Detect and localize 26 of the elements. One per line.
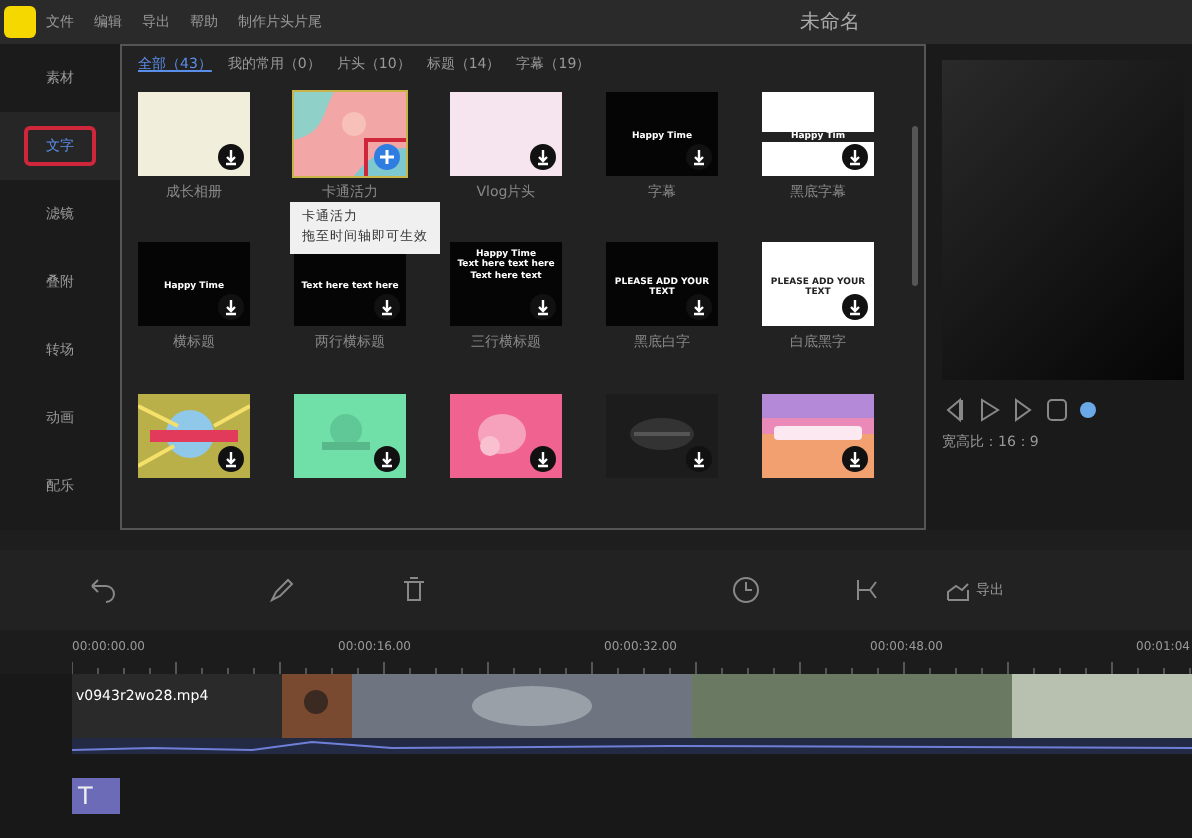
download-icon[interactable] (218, 143, 244, 169)
app-logo-icon (4, 6, 36, 38)
download-icon[interactable] (530, 143, 556, 169)
stop-icon[interactable] (1044, 396, 1070, 424)
text-clip[interactable]: T (72, 778, 120, 814)
download-icon[interactable] (374, 294, 400, 320)
window-title: 未命名 (800, 9, 860, 37)
trash-icon[interactable] (398, 574, 430, 606)
download-icon[interactable] (842, 143, 868, 169)
clock-icon[interactable] (730, 574, 762, 606)
template-thumbnail[interactable] (294, 91, 406, 175)
download-icon[interactable] (842, 294, 868, 320)
export-icon[interactable] (944, 578, 972, 602)
template-thumbnail[interactable] (762, 393, 874, 477)
next-icon[interactable] (1010, 396, 1036, 424)
download-icon[interactable] (686, 294, 712, 320)
template-thumbnail[interactable] (450, 91, 562, 175)
previous-icon[interactable] (942, 396, 968, 424)
record-icon[interactable] (1078, 400, 1098, 420)
download-icon[interactable] (530, 294, 556, 320)
highlight-frame (364, 137, 406, 175)
download-icon[interactable] (686, 143, 712, 169)
template-thumbnail[interactable] (138, 91, 250, 175)
download-icon[interactable] (218, 294, 244, 320)
pencil-icon[interactable] (266, 574, 298, 606)
play-icon[interactable] (976, 396, 1002, 424)
